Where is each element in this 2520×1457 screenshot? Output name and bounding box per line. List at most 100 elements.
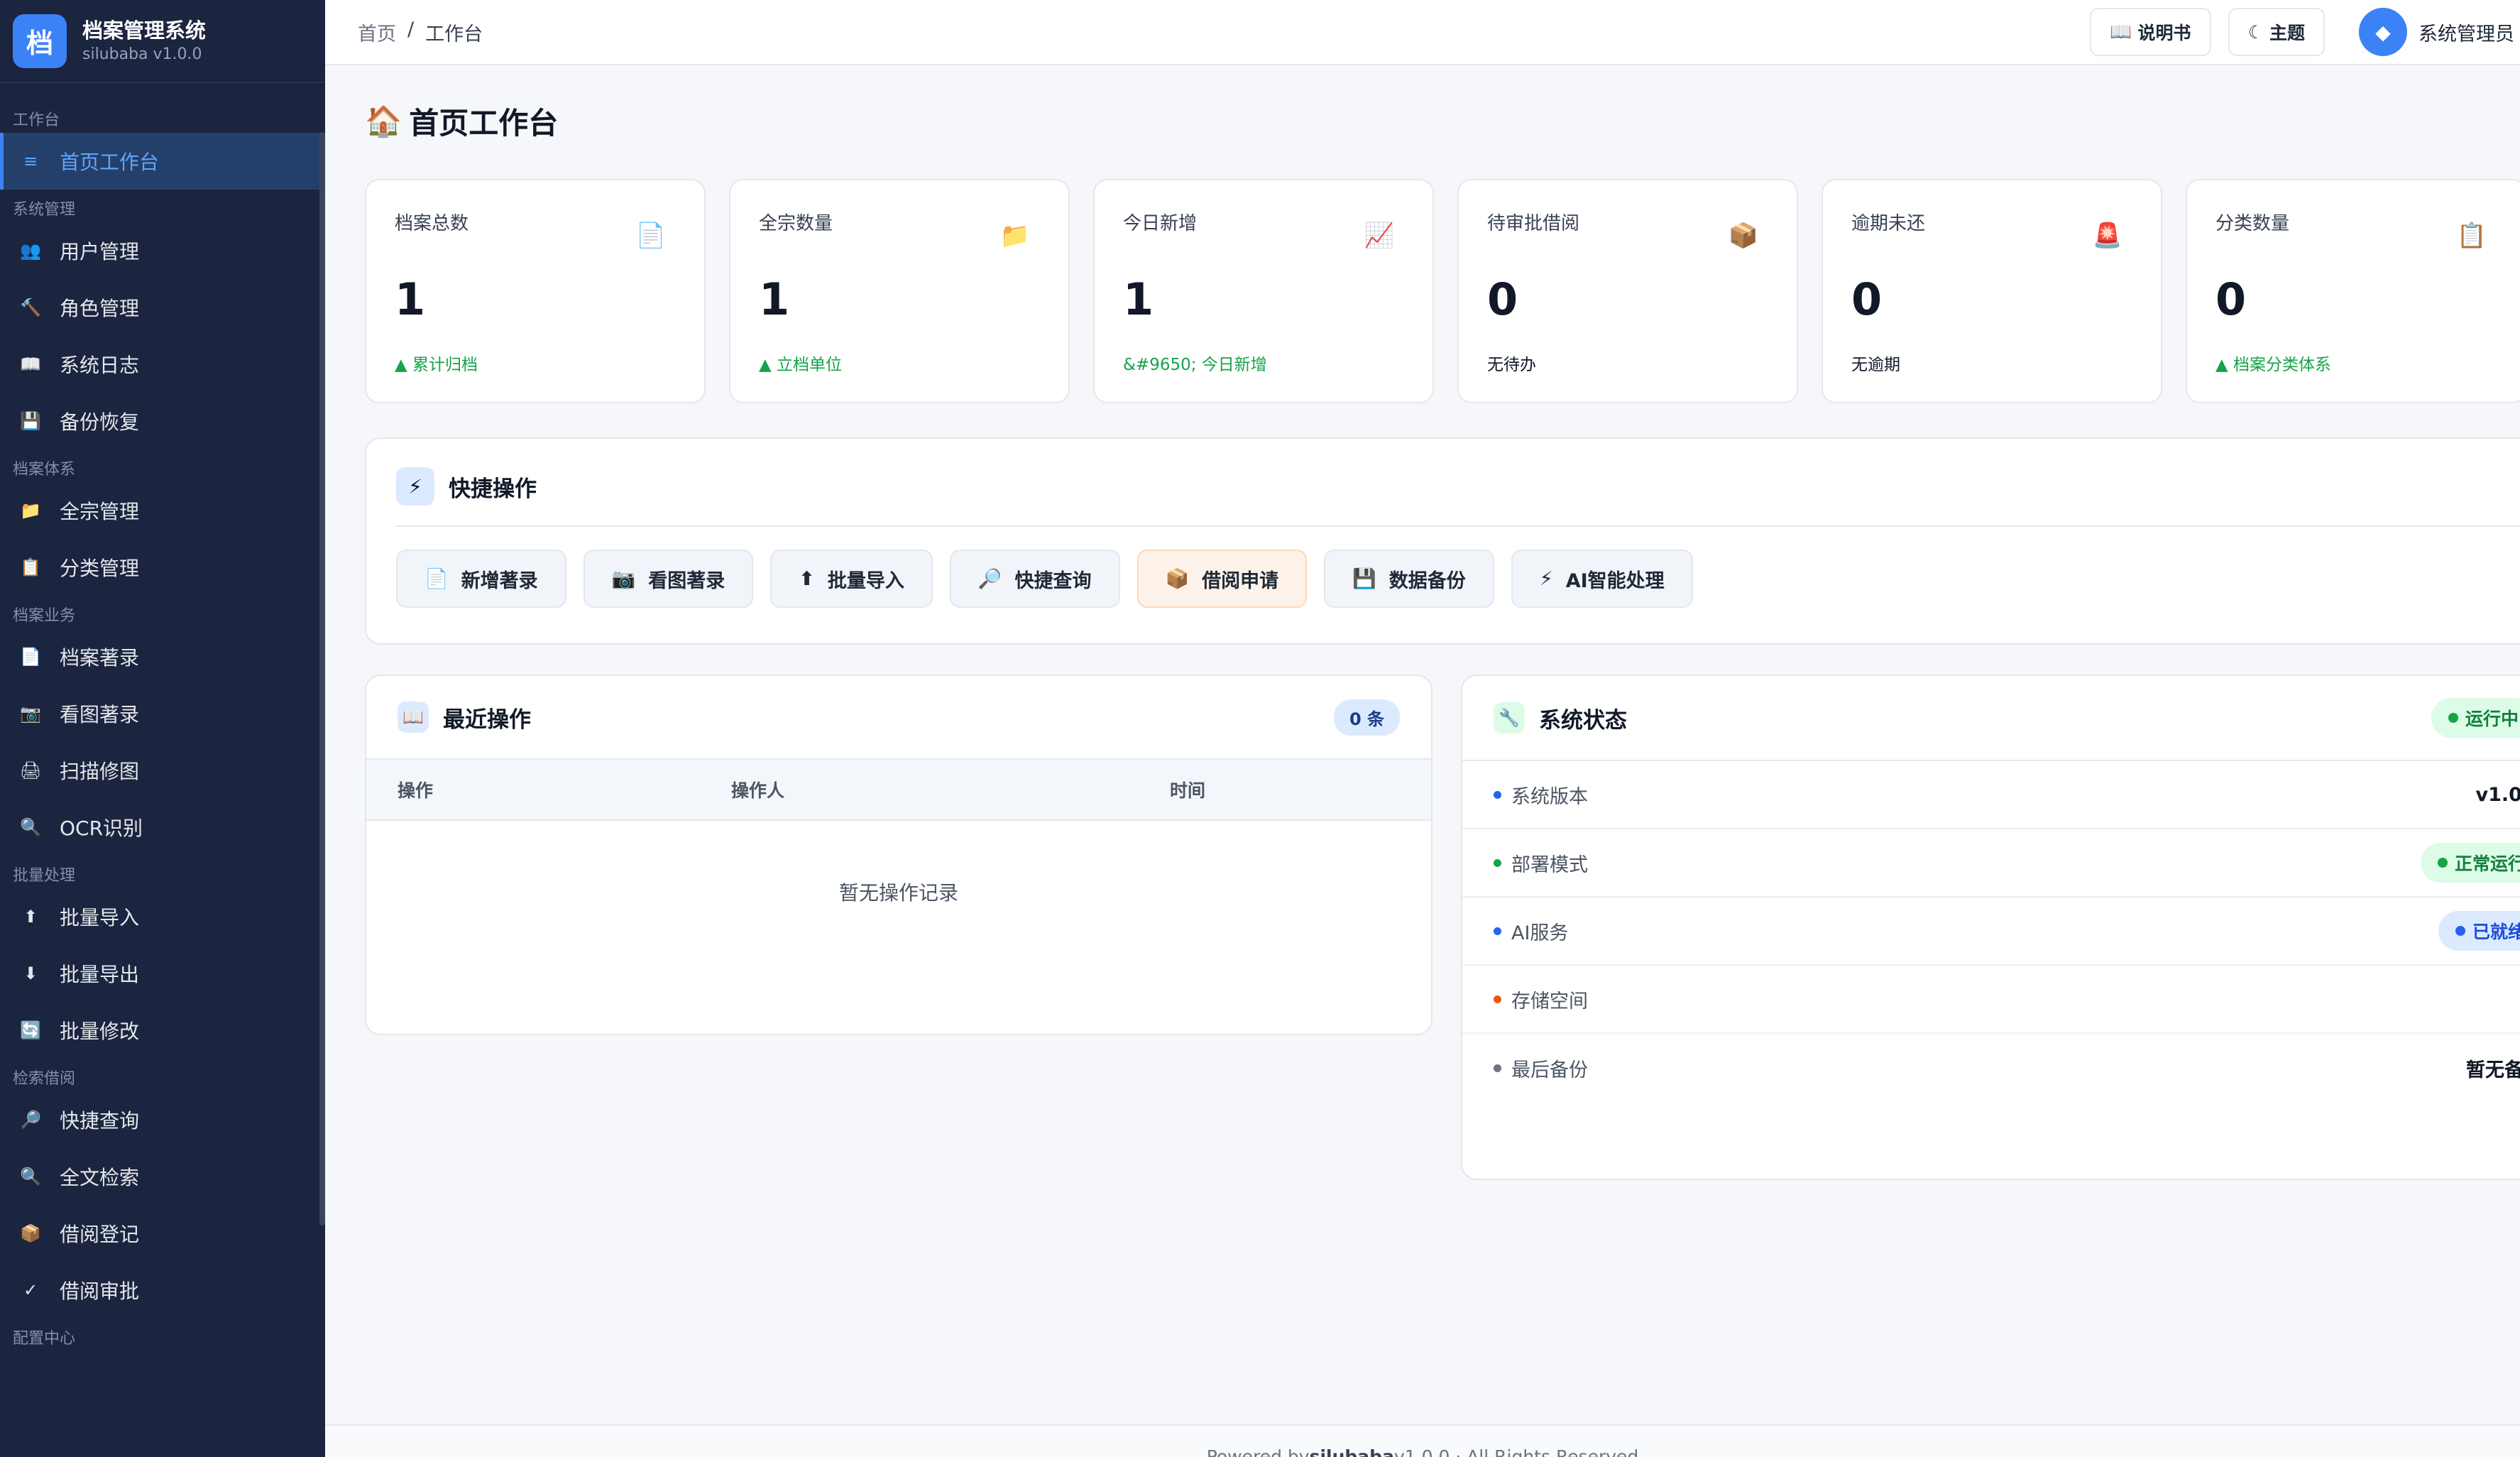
column-operation[interactable]: 操作 bbox=[398, 777, 433, 802]
sidebar-item-label: 用户管理 bbox=[60, 240, 140, 263]
chart-up-icon: 📈 bbox=[1364, 222, 1394, 250]
nav-section-title: 档案体系 bbox=[13, 461, 76, 479]
stat-label: 今日新增 bbox=[1123, 213, 1198, 234]
sidebar-item[interactable]: 📷 看图著录 bbox=[0, 685, 325, 742]
stat-card[interactable]: 待审批借阅 📦 0 无待办 bbox=[1457, 179, 1798, 403]
column-time[interactable]: 时间 bbox=[1170, 777, 1205, 802]
sidebar-item[interactable]: ✓ 借阅审批 bbox=[0, 1262, 325, 1319]
stat-value: 0 bbox=[2215, 273, 2247, 325]
stat-value: 1 bbox=[1123, 273, 1154, 325]
sidebar: 档 档案管理系统 silubaba v1.0.0 工作台 ≡ 首页工作台 系统管理 👥 用… bbox=[0, 0, 325, 1457]
sidebar-item[interactable]: 📁 全宗管理 bbox=[0, 482, 325, 539]
sidebar-item-label: 系统日志 bbox=[60, 354, 140, 377]
stat-card[interactable]: 今日新增 📈 1 &#9650; 今日新增 bbox=[1093, 179, 1434, 403]
page-title-text: 首页工作台 bbox=[409, 106, 559, 141]
sidebar-scrollbar[interactable] bbox=[319, 132, 325, 1226]
package-icon: 📦 bbox=[1165, 568, 1190, 590]
package-icon: 📦 bbox=[20, 1223, 41, 1243]
sidebar-nav: 工作台 ≡ 首页工作台 系统管理 👥 用户管理 🔨 角色管理 📖 系统日志 💾 备份恢复 档案体系 📁 全宗… bbox=[0, 83, 325, 1351]
sidebar-item[interactable]: ⬆ 批量导入 bbox=[0, 888, 325, 945]
sidebar-item[interactable]: 🔎 快捷查询 bbox=[0, 1091, 325, 1148]
status-row: AI服务 已就绪 bbox=[1462, 897, 2520, 966]
sidebar-item[interactable]: 📖 系统日志 bbox=[0, 336, 325, 393]
sidebar-item-label: 看图著录 bbox=[60, 703, 140, 726]
running-badge: 运行中 bbox=[2431, 698, 2520, 738]
theme-button[interactable]: ☾ 主题 bbox=[2228, 8, 2325, 56]
package-icon: 📦 bbox=[1728, 222, 1758, 250]
logo: 档 bbox=[13, 13, 67, 68]
quick-action-button[interactable]: 📦 借阅申请 bbox=[1136, 550, 1308, 608]
theme-label: 主题 bbox=[2269, 23, 2305, 43]
app-version: silubaba v1.0.0 bbox=[82, 45, 202, 64]
quick-action-button[interactable]: ⚡ AI智能处理 bbox=[1511, 550, 1693, 608]
quick-actions-title: 快捷操作 bbox=[449, 476, 537, 502]
recent-operations-panel: 📖 最近操作 0 条 操作 操作人 时间 暂无操作记录 bbox=[365, 675, 1432, 1035]
sidebar-item[interactable]: 📦 借阅登记 bbox=[0, 1205, 325, 1262]
magnifier-icon: 🔍 bbox=[20, 817, 41, 837]
sidebar-item[interactable]: 💾 备份恢复 bbox=[0, 393, 325, 449]
sidebar-item-label: 角色管理 bbox=[60, 297, 140, 320]
quick-action-label: 数据备份 bbox=[1388, 569, 1466, 592]
stat-trend: 无待办 bbox=[1487, 356, 1536, 374]
bullet-dot bbox=[1494, 790, 1501, 799]
sidebar-item[interactable]: 👥 用户管理 bbox=[0, 222, 325, 279]
stat-value: 0 bbox=[1487, 273, 1518, 325]
sidebar-item[interactable]: 🔍 OCR识别 bbox=[0, 799, 325, 856]
sidebar-item[interactable]: 🔄 批量修改 bbox=[0, 1002, 325, 1059]
stat-label: 档案总数 bbox=[395, 213, 469, 234]
folder-icon: 📁 bbox=[999, 222, 1030, 250]
users-icon: 👥 bbox=[20, 241, 41, 261]
wrench-icon: 🔧 bbox=[1494, 702, 1525, 733]
bullet-dot bbox=[1494, 858, 1501, 867]
sidebar-item[interactable]: 📋 分类管理 bbox=[0, 539, 325, 596]
stat-trend: 无逾期 bbox=[1851, 356, 1900, 374]
nav-section-title: 批量处理 bbox=[13, 867, 76, 885]
empty-state: 暂无操作记录 bbox=[838, 881, 958, 905]
quick-action-label: 新增著录 bbox=[461, 569, 538, 592]
stat-trend: ▲ 立档单位 bbox=[759, 356, 842, 374]
bullet-dot bbox=[1494, 1064, 1501, 1072]
quick-action-button[interactable]: 💾 数据备份 bbox=[1324, 550, 1494, 608]
status-badge: 正常运行 bbox=[2420, 843, 2520, 883]
quick-action-button[interactable]: 🔎 快捷查询 bbox=[949, 550, 1120, 608]
quick-action-label: AI智能处理 bbox=[1565, 569, 1665, 592]
avatar: ◆ bbox=[2359, 8, 2407, 56]
page-title: 🏠 首页工作台 bbox=[365, 99, 558, 143]
breadcrumb-current: 工作台 bbox=[425, 23, 483, 45]
quick-actions-panel: ⚡ 快捷操作 📄 新增著录 📷 看图著录 ⬆ 批量导入 🔎 快捷查询 📦 借阅申请 💾 数据备份 ⚡ AI… bbox=[365, 437, 2520, 645]
book-icon: 📖 bbox=[20, 354, 41, 374]
disk-icon: 💾 bbox=[1352, 568, 1376, 590]
manual-button[interactable]: 📖 说明书 bbox=[2090, 8, 2211, 56]
quick-action-button[interactable]: 📷 看图著录 bbox=[583, 550, 754, 608]
quick-action-button[interactable]: 📄 新增著录 bbox=[396, 550, 566, 608]
stat-card[interactable]: 档案总数 📄 1 ▲ 累计归档 bbox=[365, 179, 706, 403]
sidebar-item[interactable]: ⬇ 批量导出 bbox=[0, 945, 325, 1002]
sidebar-item-label: 借阅审批 bbox=[60, 1279, 140, 1303]
user-menu[interactable]: ◆ 系统管理员 bbox=[2359, 8, 2514, 56]
stat-trend: ▲ 累计归档 bbox=[395, 356, 478, 374]
sidebar-item[interactable]: ≡ 首页工作台 bbox=[0, 133, 325, 190]
status-key: 最后备份 bbox=[1511, 1059, 1588, 1081]
stat-trend: &#9650; 今日新增 bbox=[1123, 356, 1267, 374]
stat-card[interactable]: 分类数量 📋 0 ▲ 档案分类体系 bbox=[2186, 179, 2520, 403]
quick-action-button[interactable]: ⬆ 批量导入 bbox=[770, 550, 933, 608]
breadcrumb-home[interactable]: 首页 bbox=[358, 18, 396, 46]
stat-label: 逾期未还 bbox=[1851, 213, 1926, 234]
quick-action-label: 批量导入 bbox=[827, 569, 904, 592]
sidebar-item[interactable]: 🔨 角色管理 bbox=[0, 279, 325, 336]
stat-card[interactable]: 逾期未还 🚨 0 无逾期 bbox=[1821, 179, 2162, 403]
footer: Powered by silubaba v1.0.0 · All Rights … bbox=[325, 1424, 2520, 1457]
sidebar-item[interactable]: 🖨 扫描修图 bbox=[0, 742, 325, 799]
user-name: 系统管理员 bbox=[2418, 23, 2514, 45]
hammer-icon: 🔨 bbox=[20, 298, 41, 317]
system-status-panel: 🔧 系统状态 运行中 系统版本 v1.0.0 部署模式 正常运行 AI服务 已就绪存储空间… bbox=[1461, 675, 2520, 1180]
stat-label: 分类数量 bbox=[2215, 213, 2290, 234]
refresh-icon: 🔄 bbox=[20, 1020, 41, 1040]
brand[interactable]: 档 档案管理系统 silubaba v1.0.0 bbox=[0, 0, 325, 83]
sidebar-item[interactable]: 📄 档案著录 bbox=[0, 628, 325, 685]
stat-card[interactable]: 全宗数量 📁 1 ▲ 立档单位 bbox=[729, 179, 1070, 403]
status-row: 最后备份 暂无备份 bbox=[1462, 1034, 2520, 1102]
status-row: 部署模式 正常运行 bbox=[1462, 829, 2520, 897]
column-operator[interactable]: 操作人 bbox=[731, 777, 784, 802]
sidebar-item[interactable]: 🔍 全文检索 bbox=[0, 1148, 325, 1205]
